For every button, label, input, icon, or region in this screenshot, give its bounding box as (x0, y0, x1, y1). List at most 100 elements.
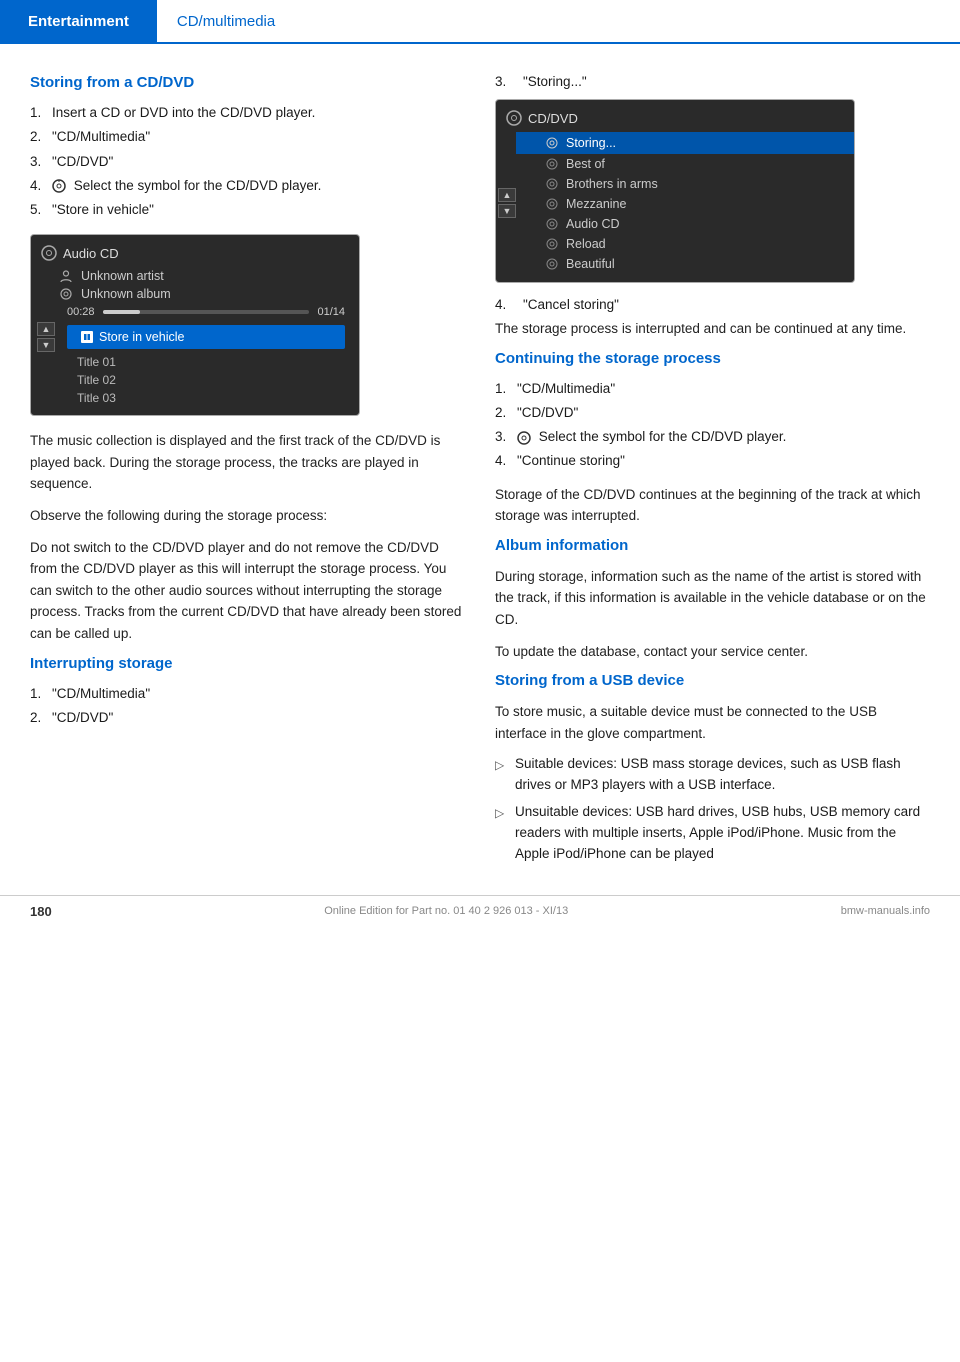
screen-item-audiocd[interactable]: Audio CD (516, 214, 854, 234)
int-step-1: 1. "CD/Multimedia" (30, 684, 465, 704)
screen-audio-cd-label: Audio CD (63, 246, 119, 261)
cont-step-4: 4. "Continue storing" (495, 451, 930, 471)
bullet-unsuitable: ▷ Unsuitable devices: USB hard drives, U… (495, 802, 930, 865)
header-entertainment: Entertainment (0, 0, 157, 42)
step3-row: 3. "Storing..." (495, 74, 930, 89)
bullet-suitable: ▷ Suitable devices: USB mass storage dev… (495, 754, 930, 796)
int-step-2: 2. "CD/DVD" (30, 708, 465, 728)
store-btn-icon (83, 333, 91, 341)
section-heading-usb: Storing from a USB device (495, 672, 930, 689)
para-album2: To update the database, contact your ser… (495, 641, 930, 663)
store-label: Store in vehicle (99, 330, 184, 344)
bullet-arrow-1: ▷ (495, 756, 507, 796)
store-in-vehicle-btn[interactable]: Store in vehicle (67, 325, 345, 349)
para-continue: Storage of the CD/DVD continues at the b… (495, 484, 930, 527)
screen-body: ▲ ▼ Unknown artist (31, 267, 359, 407)
section-heading-album: Album information (495, 537, 930, 554)
right-screen-title: CD/DVD (528, 111, 578, 126)
step-2: 2. "CD/Multimedia" (30, 127, 465, 147)
artist-row: Unknown artist (53, 267, 359, 285)
footer-text: Online Edition for Part no. 01 40 2 926 … (324, 905, 568, 917)
nav-down[interactable]: ▼ (37, 338, 55, 352)
storing-steps-list: 1. Insert a CD or DVD into the CD/DVD pl… (30, 103, 465, 220)
track-count-label: 01/14 (317, 306, 345, 318)
right-nav-down[interactable]: ▼ (498, 204, 516, 218)
item-icon-beautiful (546, 258, 558, 270)
section-heading-continuing: Continuing the storage process (495, 350, 930, 367)
screen-item-bestof[interactable]: Best of (516, 154, 854, 174)
step-3: 3. "CD/DVD" (30, 152, 465, 172)
continuing-steps-list: 1. "CD/Multimedia" 2. "CD/DVD" 3. Select… (495, 379, 930, 472)
track-03: Title 03 (53, 389, 359, 407)
audio-cd-screen: Audio CD ▲ ▼ Unknown arti (30, 234, 360, 416)
usb-bullet-list: ▷ Suitable devices: USB mass storage dev… (495, 754, 930, 865)
para-album1: During storage, information such as the … (495, 566, 930, 631)
progress-bar (103, 310, 310, 314)
nav-arrows: ▲ ▼ (37, 322, 55, 352)
left-column: Storing from a CD/DVD 1. Insert a CD or … (30, 74, 465, 875)
para-usb: To store music, a suitable device must b… (495, 701, 930, 744)
right-screen-body: ▲ ▼ Storing... Best of (496, 132, 854, 274)
progress-fill (103, 310, 140, 314)
cont-step-2: 2. "CD/DVD" (495, 403, 930, 423)
right-nav-arrows: ▲ ▼ (498, 188, 516, 218)
cd-dvd-screen: CD/DVD ▲ ▼ Storing... (495, 99, 855, 283)
page-footer: 180 Online Edition for Part no. 01 40 2 … (0, 895, 960, 927)
page-header: Entertainment CD/multimedia (0, 0, 960, 44)
artist-label: Unknown artist (81, 269, 164, 283)
item-icon-bestof (546, 158, 558, 170)
store-icon (81, 331, 93, 343)
item-icon-reload (546, 238, 558, 250)
step-4: 4. Select the symbol for the CD/DVD play… (30, 176, 465, 196)
person-icon (59, 269, 73, 283)
bullet-suitable-text: Suitable devices: USB mass storage devic… (515, 754, 930, 796)
para-cancel: The storage process is interrupted and c… (495, 318, 930, 340)
right-column: 3. "Storing..." CD/DVD ▲ ▼ (495, 74, 930, 875)
right-step4-num: 4. (495, 297, 517, 312)
screen-item-mezzanine[interactable]: Mezzanine (516, 194, 854, 214)
screen-title-bar: Audio CD (31, 243, 359, 267)
screen-item-storing[interactable]: Storing... (516, 132, 854, 154)
item-icon-audiocd (546, 218, 558, 230)
bullet-arrow-2: ▷ (495, 804, 507, 865)
album-label: Unknown album (81, 287, 171, 301)
screen-item-beautiful[interactable]: Beautiful (516, 254, 854, 274)
item-icon-storing (546, 137, 558, 149)
section-heading-storing-cd: Storing from a CD/DVD (30, 74, 465, 91)
interrupting-steps-list: 1. "CD/Multimedia" 2. "CD/DVD" (30, 684, 465, 729)
right-screen-title-bar: CD/DVD (496, 108, 854, 132)
time-label: 00:28 (67, 306, 95, 318)
right-step4-text: "Cancel storing" (523, 297, 619, 312)
right-step3-text: "Storing..." (523, 74, 587, 89)
screen-item-brothers[interactable]: Brothers in arms (516, 174, 854, 194)
track-02: Title 02 (53, 371, 359, 389)
album-row: Unknown album (53, 285, 359, 303)
para-observe: Observe the following during the storage… (30, 505, 465, 527)
item-icon-mezzanine (546, 198, 558, 210)
step-5: 5. "Store in vehicle" (30, 200, 465, 220)
bullet-unsuitable-text: Unsuitable devices: USB hard drives, USB… (515, 802, 930, 865)
cd-icon (41, 245, 57, 261)
cd-dvd-icon (506, 110, 522, 126)
screen-item-reload[interactable]: Reload (516, 234, 854, 254)
para-music-collection: The music collection is displayed and th… (30, 430, 465, 495)
header-cd: CD/multimedia (157, 0, 295, 42)
cd-symbol-icon-2 (517, 431, 531, 445)
item-icon-brothers (546, 178, 558, 190)
cd-symbol-icon (52, 179, 66, 193)
section-heading-interrupting: Interrupting storage (30, 655, 465, 672)
nav-up[interactable]: ▲ (37, 322, 55, 336)
page-number: 180 (30, 904, 52, 919)
cont-step-1: 1. "CD/Multimedia" (495, 379, 930, 399)
cont-step-3: 3. Select the symbol for the CD/DVD play… (495, 427, 930, 447)
screen-mockup-left: Audio CD ▲ ▼ Unknown arti (30, 234, 465, 416)
progress-row: 00:28 01/14 (53, 303, 359, 321)
main-content: Storing from a CD/DVD 1. Insert a CD or … (0, 44, 960, 895)
step4-row: 4. "Cancel storing" (495, 297, 930, 312)
right-step3-num: 3. (495, 74, 517, 89)
settings-icon (59, 287, 73, 301)
footer-right: bmw-manuals.info (841, 905, 930, 917)
track-01: Title 01 (53, 353, 359, 371)
right-nav-up[interactable]: ▲ (498, 188, 516, 202)
step-1: 1. Insert a CD or DVD into the CD/DVD pl… (30, 103, 465, 123)
